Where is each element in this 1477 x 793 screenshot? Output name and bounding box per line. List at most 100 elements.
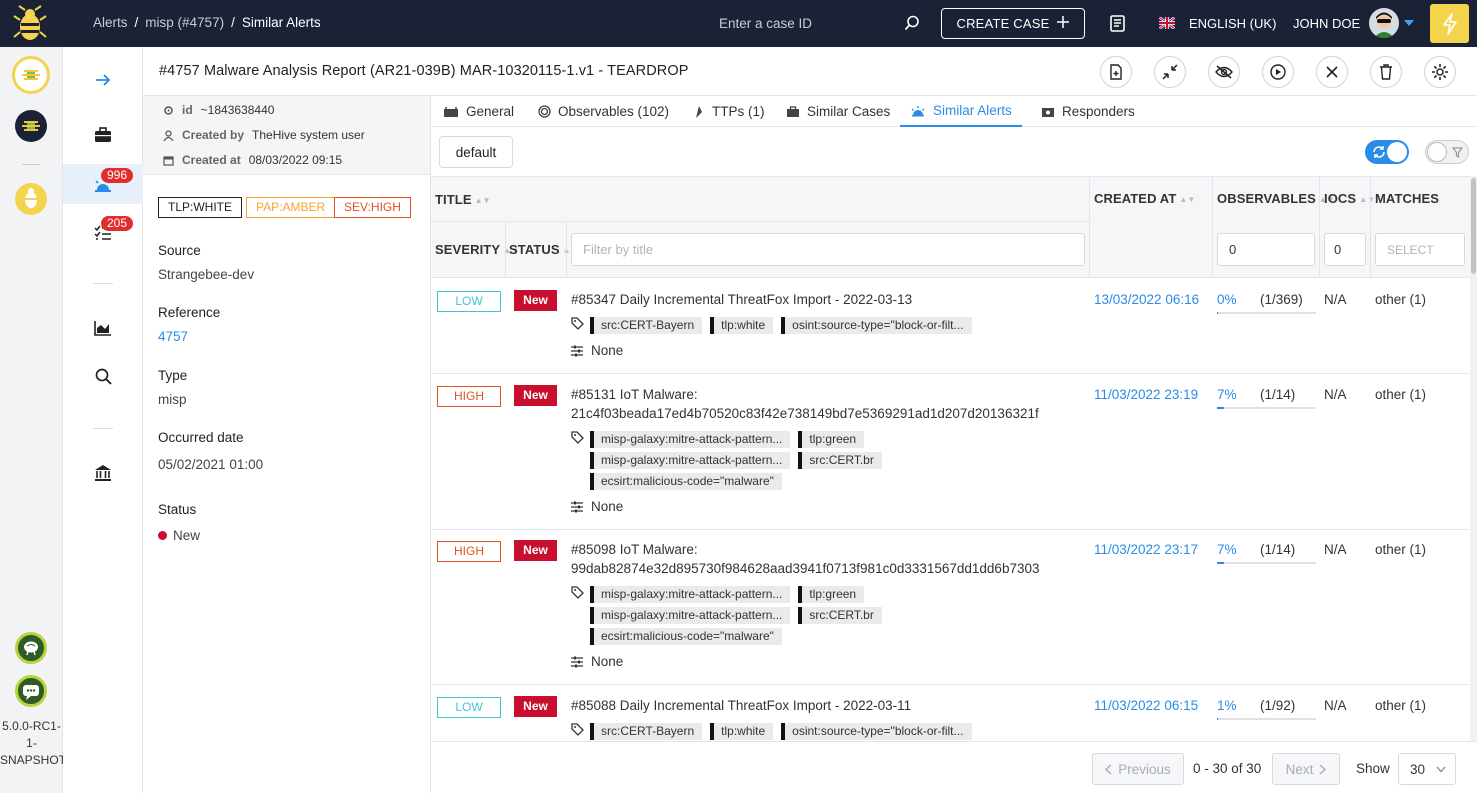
status-value: New bbox=[158, 528, 200, 543]
org-logo-icon[interactable] bbox=[12, 56, 50, 94]
organisation-nav-icon[interactable] bbox=[63, 453, 143, 493]
matches-select[interactable] bbox=[1375, 233, 1465, 266]
page-size-select[interactable]: 30 bbox=[1398, 753, 1456, 785]
tab-similar-alerts[interactable]: Similar Alerts bbox=[900, 96, 1022, 127]
custom-fields: None bbox=[571, 654, 623, 669]
tag[interactable]: src:CERT-Bayern bbox=[590, 317, 703, 334]
tag[interactable]: src:CERT.br bbox=[798, 452, 882, 469]
run-responder-button[interactable] bbox=[1262, 56, 1294, 88]
tab-ttps[interactable]: TTPs (1) bbox=[684, 96, 775, 127]
tab-similar-cases[interactable]: Similar Cases bbox=[776, 96, 900, 127]
previous-page-button[interactable]: Previous bbox=[1092, 753, 1184, 785]
created-at-link[interactable]: 11/03/2022 06:15 bbox=[1094, 698, 1198, 713]
next-page-button[interactable]: Next bbox=[1272, 753, 1340, 785]
add-document-button[interactable] bbox=[1100, 56, 1132, 88]
reference-link[interactable]: 4757 bbox=[158, 329, 188, 344]
filter-icon bbox=[1452, 147, 1463, 158]
tag[interactable]: tlp:green bbox=[798, 586, 865, 603]
tasks-nav-icon[interactable]: 205 bbox=[63, 213, 143, 253]
close-button[interactable] bbox=[1316, 56, 1348, 88]
col-observables[interactable]: OBSERVABLES ▲▼ bbox=[1217, 191, 1335, 206]
table-row[interactable]: HIGH New #85131 IoT Malware: 21c4f03bead… bbox=[431, 374, 1471, 530]
language-selector[interactable]: ENGLISH (UK) bbox=[1189, 16, 1276, 31]
tag[interactable]: src:CERT-Bayern bbox=[590, 723, 703, 740]
avatar[interactable] bbox=[1369, 8, 1399, 38]
tag[interactable]: src:CERT.br bbox=[798, 607, 882, 624]
tab-observables[interactable]: Observables (102) bbox=[528, 96, 679, 127]
bee-icon[interactable] bbox=[15, 183, 47, 215]
search-icon[interactable] bbox=[904, 15, 920, 34]
created-at-link[interactable]: 13/03/2022 06:16 bbox=[1094, 292, 1199, 307]
tag[interactable]: misp-galaxy:mitre-attack-pattern... bbox=[590, 431, 791, 448]
tag[interactable]: tlp:green bbox=[798, 431, 865, 448]
documentation-icon[interactable] bbox=[1110, 15, 1125, 35]
lightning-icon[interactable] bbox=[1430, 4, 1469, 43]
table-row[interactable]: HIGH New #85098 IoT Malware: 99dab82874e… bbox=[431, 530, 1471, 685]
table-row[interactable]: LOW New #85088 Daily Incremental ThreatF… bbox=[431, 685, 1471, 741]
tag[interactable]: misp-galaxy:mitre-attack-pattern... bbox=[590, 607, 791, 624]
title-filter-input[interactable] bbox=[571, 233, 1085, 266]
org-dark-icon[interactable] bbox=[15, 110, 47, 142]
uk-flag-icon[interactable] bbox=[1158, 16, 1176, 30]
observables-progress bbox=[1217, 312, 1316, 314]
custom-fields: None bbox=[571, 499, 623, 514]
chevron-right-icon bbox=[1319, 763, 1327, 775]
user-name[interactable]: JOHN DOE bbox=[1293, 16, 1360, 31]
observables-filter-input[interactable] bbox=[1217, 233, 1315, 266]
delete-button[interactable] bbox=[1370, 56, 1402, 88]
breadcrumb-alerts[interactable]: Alerts bbox=[93, 15, 128, 30]
merge-button[interactable] bbox=[1154, 56, 1186, 88]
alert-title-link[interactable]: #85131 IoT Malware: 21c4f03beada17ed4b70… bbox=[571, 385, 1039, 423]
default-filter-button[interactable]: default bbox=[439, 136, 513, 168]
tag-icon bbox=[571, 586, 584, 599]
brain-icon[interactable] bbox=[15, 632, 47, 664]
status-badge: New bbox=[514, 696, 557, 717]
thehive-logo-icon[interactable] bbox=[12, 5, 48, 43]
chat-icon[interactable] bbox=[15, 675, 47, 707]
alerts-nav-icon[interactable]: 996 bbox=[63, 164, 143, 204]
tag[interactable]: misp-galaxy:mitre-attack-pattern... bbox=[590, 452, 791, 469]
created-at-link[interactable]: 11/03/2022 23:19 bbox=[1094, 387, 1198, 402]
expand-nav-icon[interactable] bbox=[63, 60, 143, 100]
col-iocs[interactable]: IOCS ▲▼ bbox=[1324, 191, 1375, 206]
tag[interactable]: tlp:white bbox=[710, 317, 774, 334]
tab-general[interactable]: General bbox=[433, 96, 524, 127]
tag[interactable]: tlp:white bbox=[710, 723, 774, 740]
chevron-down-icon[interactable] bbox=[1404, 20, 1414, 26]
case-id-search-input[interactable] bbox=[712, 11, 922, 36]
tag[interactable]: ecsirt:malicious-code="malware" bbox=[590, 473, 782, 490]
show-label: Show bbox=[1356, 761, 1390, 776]
tag-icon bbox=[571, 317, 584, 330]
tag[interactable]: osint:source-type="block-or-filt... bbox=[781, 317, 972, 334]
alert-title-link[interactable]: #85347 Daily Incremental ThreatFox Impor… bbox=[571, 290, 912, 309]
alert-title-link[interactable]: #85098 IoT Malware: 99dab82874e32d895730… bbox=[571, 540, 1040, 578]
observables-match: 0% (1/369) bbox=[1217, 292, 1316, 314]
observables-progress-fill bbox=[1217, 562, 1224, 564]
tag[interactable]: osint:source-type="block-or-filt... bbox=[781, 723, 972, 740]
alert-title-link[interactable]: #85088 Daily Incremental ThreatFox Impor… bbox=[571, 696, 911, 715]
tag[interactable]: misp-galaxy:mitre-attack-pattern... bbox=[590, 586, 791, 603]
sliders-icon bbox=[571, 501, 583, 512]
tab-responders[interactable]: Responders bbox=[1031, 96, 1145, 127]
ignore-button[interactable] bbox=[1208, 56, 1240, 88]
col-created-at[interactable]: CREATED AT ▲▼ bbox=[1094, 191, 1195, 206]
col-severity[interactable]: SEVERITY ▲▼ bbox=[435, 242, 519, 257]
iocs-filter-input[interactable] bbox=[1324, 233, 1366, 266]
filter-toggle[interactable] bbox=[1425, 140, 1469, 164]
iocs-value: N/A bbox=[1324, 292, 1347, 307]
cases-nav-icon[interactable] bbox=[63, 115, 143, 155]
plus-icon bbox=[1057, 16, 1070, 31]
settings-button[interactable] bbox=[1424, 56, 1456, 88]
dashboard-nav-icon[interactable] bbox=[63, 308, 143, 348]
created-at-link[interactable]: 11/03/2022 23:17 bbox=[1094, 542, 1198, 557]
col-title[interactable]: TITLE ▲▼ bbox=[435, 192, 491, 207]
fingerprint-icon bbox=[538, 105, 551, 118]
create-case-button[interactable]: CREATE CASE bbox=[941, 8, 1085, 39]
col-status[interactable]: STATUS▲▼ bbox=[509, 242, 579, 257]
search-nav-icon[interactable] bbox=[63, 356, 143, 396]
breadcrumb-alert[interactable]: misp (#4757) bbox=[145, 15, 224, 30]
auto-refresh-toggle[interactable] bbox=[1365, 140, 1409, 164]
table-row[interactable]: LOW New #85347 Daily Incremental ThreatF… bbox=[431, 279, 1471, 374]
table-scrollbar[interactable] bbox=[1470, 176, 1477, 741]
tag[interactable]: ecsirt:malicious-code="malware" bbox=[590, 628, 782, 645]
